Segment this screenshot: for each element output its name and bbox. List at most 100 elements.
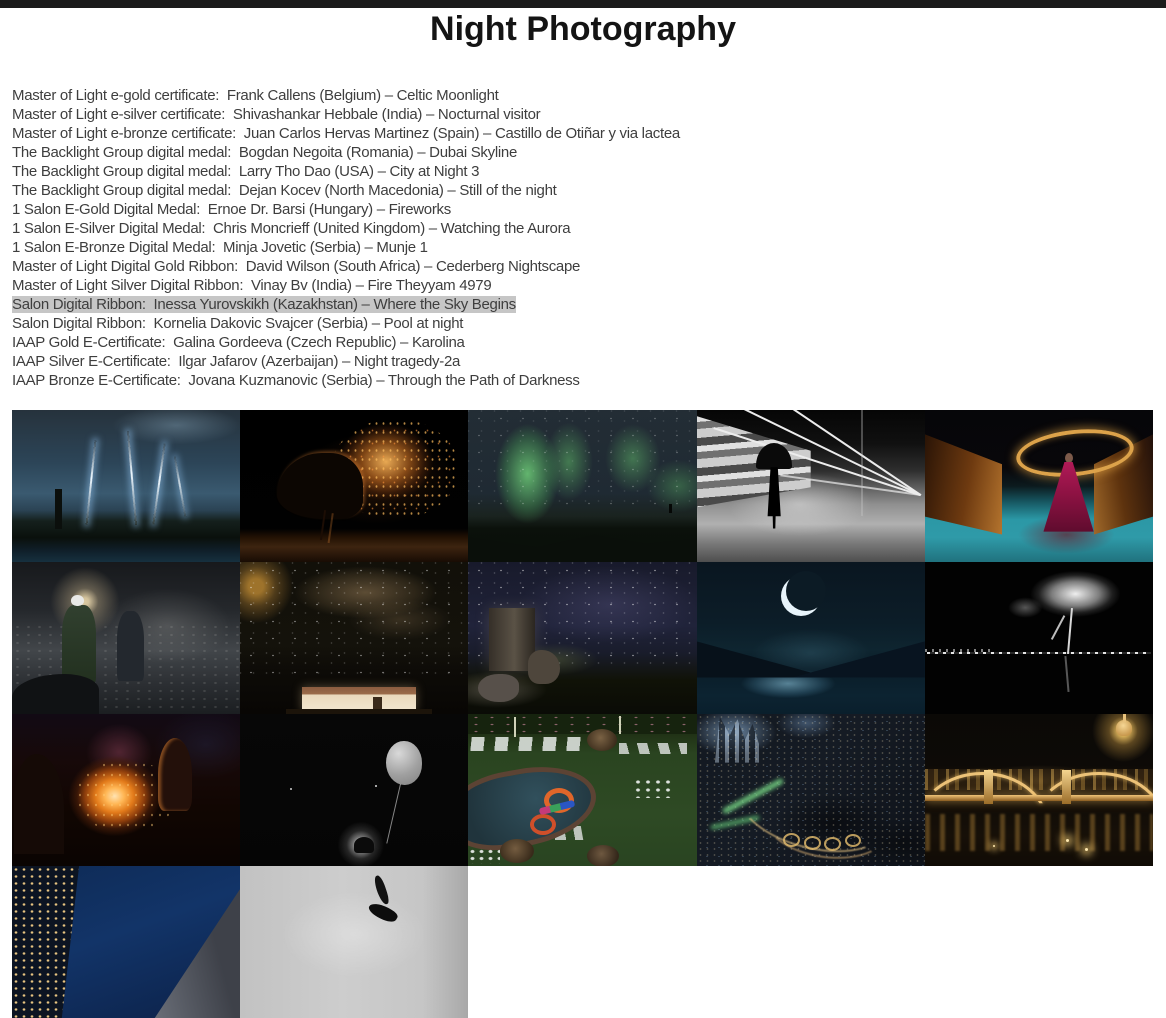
ground-line <box>927 652 1151 654</box>
bridge-tower <box>1062 770 1071 803</box>
photo-dubai-skyline-aerial[interactable] <box>697 714 925 866</box>
award-line: Salon Digital Ribbon: Kornelia Dakovic S… <box>12 314 680 333</box>
photo-chain-bridge-night[interactable] <box>925 714 1153 866</box>
photo-gallery-grid <box>12 410 1153 1018</box>
award-line-text: The Backlight Group digital medal: Bogda… <box>12 144 517 161</box>
award-line: The Backlight Group digital medal: Larry… <box>12 162 680 181</box>
concrete-wall <box>697 416 811 507</box>
lit-tower-left <box>12 866 108 1018</box>
swimming-pool <box>468 757 602 858</box>
tree-trunk <box>1067 608 1073 654</box>
award-line-text: Salon Digital Ribbon: Kornelia Dakovic S… <box>12 315 463 332</box>
awards-list: Master of Light e-gold certificate: Fran… <box>12 86 680 390</box>
award-line-text: The Backlight Group digital medal: Larry… <box>12 163 479 180</box>
photo-blue-hour-towers[interactable] <box>12 866 240 1018</box>
tree-branch <box>1051 615 1066 640</box>
lamp-pole <box>619 716 621 734</box>
photo-heron-fire-sparks[interactable] <box>240 410 468 562</box>
photo-aurora-watcher[interactable] <box>468 410 696 562</box>
award-line-text: IAAP Bronze E-Certificate: Jovana Kuzman… <box>12 372 580 389</box>
award-line: The Backlight Group digital medal: Bogda… <box>12 143 680 162</box>
farmhouse-door <box>373 697 382 709</box>
award-line-text: 1 Salon E-Silver Digital Medal: Chris Mo… <box>12 220 570 237</box>
chimney-silhouette <box>55 489 62 529</box>
gray-tower-right <box>131 866 241 1018</box>
light-dot <box>290 788 292 790</box>
lounger-row <box>470 737 586 751</box>
award-line: Salon Digital Ribbon: Inessa Yurovskikh … <box>12 295 680 314</box>
worker-figure <box>117 611 144 681</box>
fountain-pool-ring <box>804 836 821 850</box>
farmhouse <box>302 687 416 711</box>
lightning-bolt <box>127 431 137 525</box>
award-line-text: Master of Light e-bronze certificate: Ju… <box>12 125 680 142</box>
dancer-head <box>1065 453 1073 463</box>
street-lamp-glow <box>1085 848 1088 851</box>
fountain-pool-ring <box>845 834 861 847</box>
thatch-umbrella <box>500 839 534 863</box>
photo-fire-ring-dancer[interactable] <box>925 410 1153 562</box>
award-line: 1 Salon E-Gold Digital Medal: Ernoe Dr. … <box>12 200 680 219</box>
stars-overlay <box>468 410 696 509</box>
stars-overlay <box>240 562 468 681</box>
photo-bird-in-gray-sky[interactable] <box>240 866 468 1018</box>
award-line: Master of Light e-silver certificate: Sh… <box>12 105 680 124</box>
silhouette-left <box>14 754 64 854</box>
street-lamp-glow <box>1066 839 1069 842</box>
mountain-left <box>697 626 829 678</box>
award-line-text-selected: Salon Digital Ribbon: Inessa Yurovskikh … <box>12 296 516 313</box>
lounger-row <box>619 743 687 754</box>
heron-silhouette <box>277 453 364 520</box>
award-line: IAAP Silver E-Certificate: Ilgar Jafarov… <box>12 352 680 371</box>
photo-pool-at-night[interactable] <box>468 714 696 866</box>
balloon-string <box>386 784 401 843</box>
thatch-umbrella <box>587 845 619 866</box>
page-title: Night Photography <box>0 10 1166 49</box>
rescuer-figure <box>62 605 96 684</box>
award-line: 1 Salon E-Bronze Digital Medal: Minja Jo… <box>12 238 680 257</box>
award-line: Master of Light e-gold certificate: Fran… <box>12 86 680 105</box>
lightning-bolt <box>85 441 96 526</box>
photo-light-painted-tree[interactable] <box>925 562 1153 714</box>
lightning-bolt <box>152 444 165 526</box>
award-line-text: IAAP Silver E-Certificate: Ilgar Jafarov… <box>12 353 460 370</box>
award-line-text: IAAP Gold E-Certificate: Galina Gordeeva… <box>12 334 465 351</box>
award-line-text: Master of Light Silver Digital Ribbon: V… <box>12 277 491 294</box>
utility-pole <box>861 410 863 516</box>
child-silhouette <box>354 837 374 853</box>
bridge-tower <box>984 770 993 803</box>
thatch-umbrella <box>587 729 617 751</box>
hedge-row <box>468 714 696 734</box>
photo-child-with-balloon[interactable] <box>240 714 468 866</box>
umbrella-person-silhouette <box>756 443 793 528</box>
ridge-silhouette <box>468 516 696 562</box>
light-dot <box>375 785 377 787</box>
photo-night-rescue[interactable] <box>12 562 240 714</box>
scrub-line <box>925 649 993 652</box>
photo-umbrella-street[interactable] <box>697 410 925 562</box>
river-reflections <box>925 814 1153 850</box>
award-line-text: Master of Light e-gold certificate: Fran… <box>12 87 499 104</box>
chair-cluster <box>633 778 672 798</box>
trunk-reflection <box>1065 656 1070 693</box>
lightning-bolt <box>173 456 186 516</box>
photo-lightning-storm[interactable] <box>12 410 240 562</box>
bird-wing <box>373 874 391 905</box>
basilica-spire <box>1123 714 1126 722</box>
photo-castle-ruins-stars[interactable] <box>468 562 696 714</box>
award-line-text: Master of Light e-silver certificate: Sh… <box>12 106 540 123</box>
tunnel-wall-left <box>925 434 1003 534</box>
photo-crescent-over-lake[interactable] <box>697 562 925 714</box>
photo-milky-way-cottage[interactable] <box>240 562 468 714</box>
crescent-moon <box>781 576 821 616</box>
fountain-pool-ring <box>783 833 800 847</box>
balloon <box>386 741 422 785</box>
mountain-right <box>792 626 924 678</box>
photo-fire-theyyam-ritual[interactable] <box>12 714 240 866</box>
top-bar <box>0 0 1166 8</box>
award-line-text: Master of Light Digital Gold Ribbon: Dav… <box>12 258 580 275</box>
award-line-text: 1 Salon E-Bronze Digital Medal: Minja Jo… <box>12 239 428 256</box>
award-line: 1 Salon E-Silver Digital Medal: Chris Mo… <box>12 219 680 238</box>
award-line: Master of Light Silver Digital Ribbon: V… <box>12 276 680 295</box>
observer-figure <box>669 504 672 513</box>
